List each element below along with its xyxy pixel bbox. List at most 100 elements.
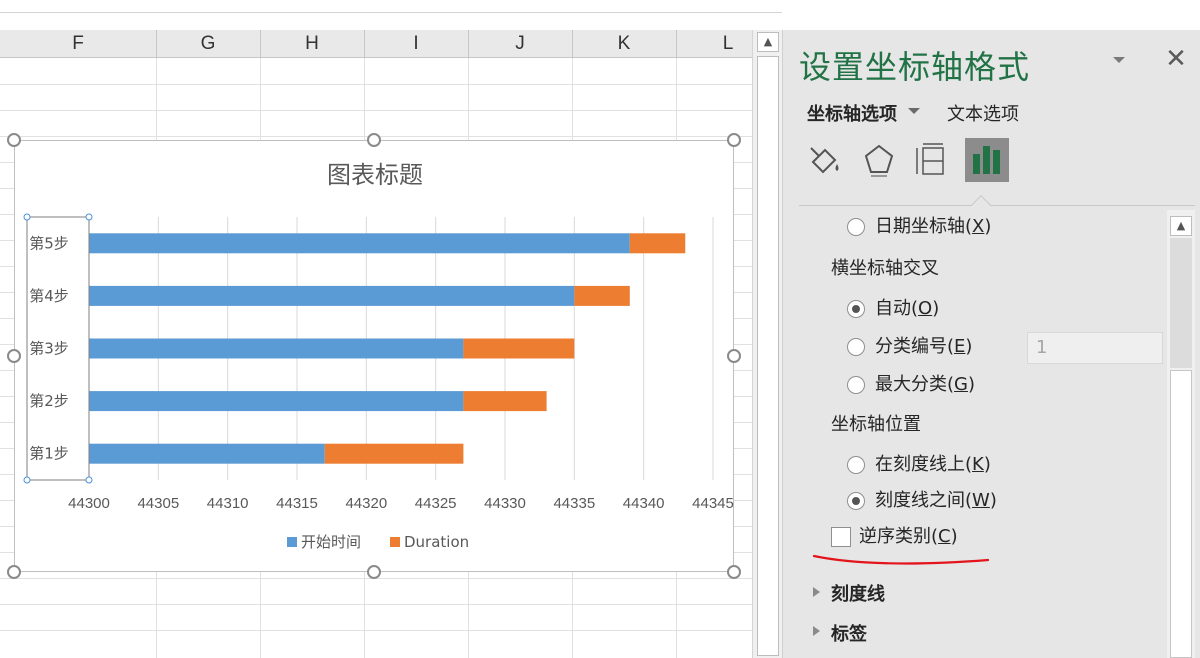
axis-options-list: 日期坐标轴(X) 横坐标轴交叉 自动(O) 分类编号(E) 1 最大分类(G) … [783,210,1167,658]
cross-max-category-label[interactable]: 最大分类(G) [875,370,1075,400]
cross-section-label: 横坐标轴交叉 [831,258,939,279]
tick-marks-section[interactable]: 刻度线 [831,580,885,606]
bar-start-time [89,338,464,359]
cross-category-number-radio[interactable] [847,338,865,356]
legend-label: Duration [404,533,469,551]
chart-resize-handle[interactable] [367,133,381,147]
column-header-bar: F G H I J K L [0,30,752,58]
column-header-k[interactable]: K [572,30,676,58]
bar-duration [463,338,575,359]
category-number-input[interactable]: 1 [1027,332,1163,364]
x-tick-label: 44310 [207,495,249,512]
x-tick-label: 44335 [553,495,595,512]
column-header-j[interactable]: J [468,30,572,58]
x-tick-label: 44345 [692,495,734,512]
chart-resize-handle[interactable] [7,133,21,147]
on-tick-marks-radio[interactable] [847,456,865,474]
date-axis-label[interactable]: 日期坐标轴(X) [875,212,1155,242]
column-header-g[interactable]: G [156,30,260,58]
column-separator [676,30,677,58]
chart-canvas: 图表标题 第1步 第2步 第3步 第4步 第5步 44300 44305 44310 4431… [23,161,734,551]
pane-vertical-scrollbar[interactable]: ▲ [1167,210,1195,658]
axis-handle[interactable] [23,213,31,221]
scroll-up-icon[interactable]: ▲ [757,32,779,52]
close-icon[interactable]: ✕ [1163,46,1189,72]
worksheet-area[interactable]: F G H I J K L ▲ 图表标题 第1步 第2步 第3步 第4步 第5步… [0,0,782,658]
category-label: 第4步 [29,287,69,305]
tab-text-options[interactable]: 文本选项 [947,100,1019,126]
column-header-h[interactable]: H [260,30,364,58]
tab-axis-options[interactable]: 坐标轴选项 [807,100,897,126]
pane-options-dropdown-icon[interactable] [1109,50,1129,70]
bar-duration [574,285,630,306]
pane-divider [799,205,1195,206]
grid-row-line [0,630,752,631]
x-tick-label: 44325 [415,495,457,512]
reverse-categories-label[interactable]: 逆序类别(C) [859,522,1109,552]
chart-resize-handle[interactable] [727,565,741,579]
column-separator [156,30,157,58]
column-separator [468,30,469,58]
legend-swatch [390,537,400,547]
grid-row-line [0,110,752,111]
legend-swatch [287,537,297,547]
x-tick-label: 44330 [484,495,526,512]
x-tick-label: 44320 [345,495,387,512]
size-properties-icon[interactable] [911,138,955,182]
chart-resize-handle[interactable] [7,565,21,579]
x-tick-label: 44315 [276,495,318,512]
scroll-thumb[interactable] [1170,370,1192,658]
scroll-thumb[interactable] [757,56,779,656]
sheet-vertical-scrollbar[interactable]: ▲ [752,30,782,658]
chart-resize-handle[interactable] [727,133,741,147]
axis-options-bar-icon [973,146,1000,174]
labels-section[interactable]: 标签 [831,620,867,646]
chart-resize-handle[interactable] [7,349,21,363]
effects-icon[interactable] [857,138,901,182]
cross-auto-label[interactable]: 自动(O) [875,294,1075,324]
ribbon-divider [0,12,782,13]
cross-auto-radio[interactable] [847,300,865,318]
x-tick-label: 44340 [623,495,665,512]
gantt-chart[interactable]: 图表标题 第1步 第2步 第3步 第4步 第5步 44300 44305 44310 4431… [14,140,734,572]
category-label: 第3步 [29,340,69,358]
between-tick-marks-label[interactable]: 刻度线之间(W) [875,486,1125,516]
legend-label: 开始时间 [301,533,361,551]
x-tick-label: 44300 [68,495,110,512]
reverse-categories-checkbox[interactable] [831,527,851,547]
scroll-up-icon[interactable]: ▲ [1170,216,1192,236]
axis-handle[interactable] [23,476,31,484]
axis-handle[interactable] [85,476,93,484]
bar-duration [629,233,686,254]
column-separator [364,30,365,58]
fill-line-icon[interactable] [803,138,847,182]
scroll-track[interactable] [1170,238,1192,368]
grid-row-line [0,604,752,605]
chart-title[interactable]: 图表标题 [327,161,423,189]
cross-category-number-label[interactable]: 分类编号(E) [875,332,1025,362]
bar-start-time [89,233,630,254]
x-tick-label: 44305 [137,495,179,512]
expand-labels-icon[interactable] [813,626,820,636]
chart-resize-handle[interactable] [727,349,741,363]
column-header-i[interactable]: I [364,30,468,58]
category-label: 第5步 [29,234,69,252]
column-separator [572,30,573,58]
cross-max-category-radio[interactable] [847,376,865,394]
axis-handle[interactable] [85,213,93,221]
bar-start-time [89,285,575,306]
column-separator [260,30,261,58]
category-label: 第1步 [29,445,69,463]
axis-options-tab[interactable] [965,138,1009,182]
position-section-label: 坐标轴位置 [831,414,921,435]
chevron-down-icon[interactable] [907,106,921,116]
between-tick-marks-radio[interactable] [847,492,865,510]
grid-row-line [0,84,752,85]
column-header-f[interactable]: F [0,30,156,58]
chart-resize-handle[interactable] [367,565,381,579]
date-axis-radio[interactable] [847,218,865,236]
bar-start-time [89,391,464,412]
on-tick-marks-label[interactable]: 在刻度线上(K) [875,450,1125,480]
pane-title: 设置坐标轴格式 [799,48,1031,86]
expand-tick-marks-icon[interactable] [813,587,820,597]
